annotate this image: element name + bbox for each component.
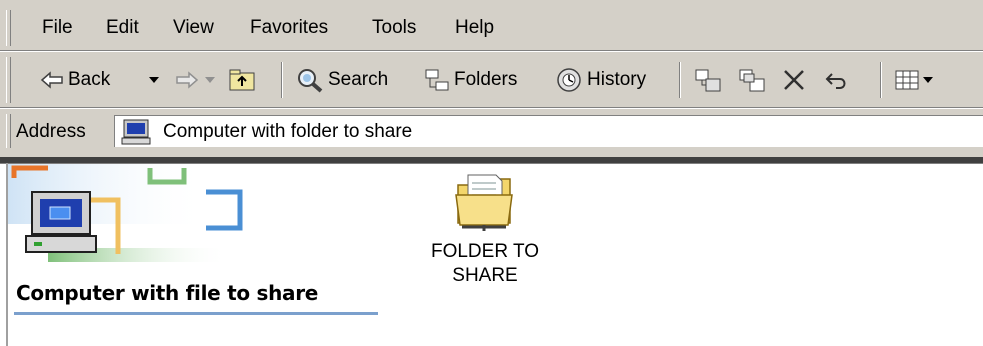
menu-separator <box>0 50 983 52</box>
folders-button[interactable]: Folders <box>424 60 517 100</box>
up-folder-button[interactable] <box>228 60 256 100</box>
toolbar: Back Search Folders History <box>0 54 983 106</box>
address-value: Computer with folder to share <box>163 121 413 142</box>
forward-button[interactable] <box>175 60 199 100</box>
toolbar-separator-line <box>0 107 983 109</box>
computer-icon <box>24 190 100 261</box>
computer-icon <box>121 118 153 151</box>
window-chrome: File Edit View Favorites Tools Help Back <box>0 0 983 157</box>
folders-tree-icon <box>424 68 450 92</box>
menu-view[interactable]: View <box>173 15 214 41</box>
back-button[interactable]: Back <box>40 60 110 100</box>
history-label: History <box>587 69 647 90</box>
copy-to-icon <box>738 67 766 93</box>
menu-help[interactable]: Help <box>455 15 494 41</box>
back-dropdown-button[interactable] <box>148 60 160 100</box>
move-to-icon <box>694 67 722 93</box>
folder-icon <box>452 169 518 236</box>
search-button[interactable]: Search <box>296 60 388 100</box>
chevron-down-icon <box>148 75 160 85</box>
folders-label: Folders <box>454 69 518 90</box>
menu-favorites[interactable]: Favorites <box>250 15 328 41</box>
copy-to-button[interactable] <box>738 60 766 100</box>
address-bar-grip[interactable] <box>6 114 11 148</box>
menu-edit[interactable]: Edit <box>106 15 139 41</box>
content-top-border <box>0 157 983 164</box>
folder-label-line2: SHARE <box>452 265 518 286</box>
menu-bar-grip[interactable] <box>6 10 11 46</box>
panel-title: Computer with file to share <box>16 281 319 305</box>
undo-button[interactable] <box>824 60 850 100</box>
history-clock-icon <box>555 67 583 93</box>
address-label: Address <box>16 121 86 142</box>
address-input[interactable]: Computer with folder to share <box>114 115 983 147</box>
menu-file[interactable]: File <box>42 15 73 41</box>
up-folder-icon <box>228 68 256 92</box>
content-area: Computer with file to share FOLDER TO SH… <box>0 157 983 346</box>
folder-label-line1: FOLDER TO <box>430 241 540 262</box>
search-icon <box>296 67 324 93</box>
back-arrow-icon <box>40 70 64 90</box>
move-to-button[interactable] <box>694 60 722 100</box>
views-grid-icon <box>894 68 920 92</box>
chevron-down-icon <box>922 75 934 85</box>
menu-tools[interactable]: Tools <box>372 15 416 41</box>
chevron-down-icon <box>204 75 216 85</box>
search-label: Search <box>328 69 389 90</box>
undo-icon <box>824 68 850 92</box>
address-bar: Address Computer with folder to share <box>0 111 983 151</box>
toolbar-separator <box>679 62 681 98</box>
folder-label: FOLDER TO SHARE <box>410 240 560 288</box>
forward-arrow-icon <box>175 70 199 90</box>
history-button[interactable]: History <box>555 60 646 100</box>
back-label: Back <box>68 69 111 90</box>
delete-button[interactable] <box>782 60 806 100</box>
toolbar-grip[interactable] <box>6 57 11 103</box>
toolbar-separator <box>880 62 882 98</box>
panel-title-underline <box>14 312 378 315</box>
toolbar-separator <box>281 62 283 98</box>
forward-dropdown-button[interactable] <box>204 60 216 100</box>
views-button[interactable] <box>894 60 934 100</box>
menu-bar: File Edit View Favorites Tools Help <box>0 7 983 49</box>
delete-x-icon <box>782 68 806 92</box>
folder-item[interactable]: FOLDER TO SHARE <box>410 169 560 288</box>
